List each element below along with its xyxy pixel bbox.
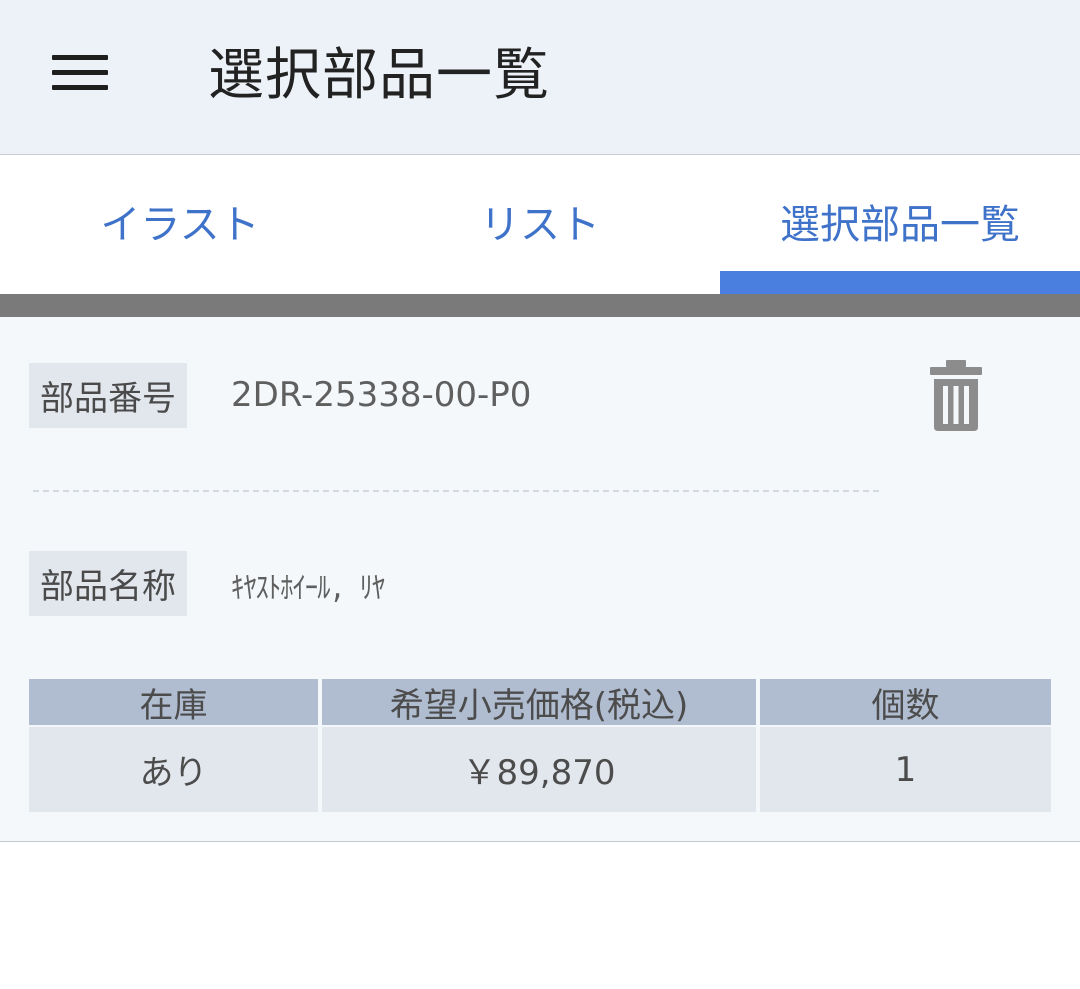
app-bar: 選択部品一覧 bbox=[0, 0, 1080, 155]
header-price: 希望小売価格(税込) bbox=[322, 679, 756, 726]
part-number-value: 2DR-25338-00-P0 bbox=[231, 375, 532, 415]
page-title: 選択部品一覧 bbox=[208, 43, 550, 108]
part-card: 部品番号 2DR-25338-00-P0 部品名称 ｷﾔｽﾄﾎｲｰﾙ, ﾘﾔ 在… bbox=[0, 317, 1080, 842]
header-quantity: 個数 bbox=[760, 679, 1051, 726]
separator-line bbox=[33, 490, 879, 492]
header-stock: 在庫 bbox=[29, 679, 318, 726]
hamburger-menu-icon[interactable] bbox=[52, 53, 108, 93]
part-number-label: 部品番号 bbox=[29, 363, 187, 428]
quantity-value[interactable]: 1 bbox=[760, 727, 1051, 812]
active-tab-indicator bbox=[720, 271, 1080, 294]
stock-value: あり bbox=[29, 727, 318, 812]
tab-divider bbox=[0, 294, 1080, 317]
tab-list[interactable]: リスト bbox=[360, 156, 720, 294]
part-name-value: ｷﾔｽﾄﾎｲｰﾙ, ﾘﾔ bbox=[231, 571, 385, 606]
trash-icon[interactable] bbox=[928, 359, 984, 433]
price-value: ￥89,870 bbox=[322, 727, 756, 812]
tab-illustration[interactable]: イラスト bbox=[0, 156, 360, 294]
part-name-label: 部品名称 bbox=[29, 551, 187, 616]
part-info-table: 在庫 希望小売価格(税込) 個数 あり ￥89,870 1 bbox=[29, 679, 1051, 812]
